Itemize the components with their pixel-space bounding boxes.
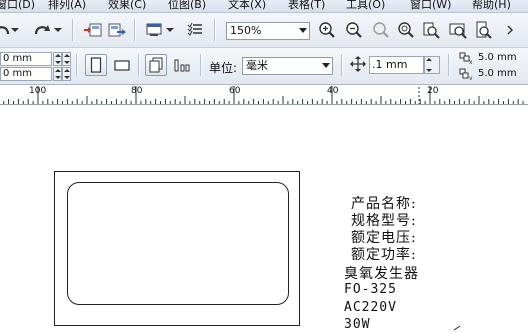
page-height-spinner-alt[interactable]	[62, 67, 71, 81]
toolbar-separator	[138, 54, 140, 76]
page-width-value: 0 mm	[3, 53, 33, 64]
duplicate-distance-y-value[interactable]: 5.0 mm	[478, 68, 517, 79]
current-page-button[interactable]	[171, 54, 193, 76]
toolbar-separator	[200, 54, 202, 76]
toolbar-separator	[76, 54, 78, 76]
menu-tools[interactable]: 工具(O)	[346, 0, 385, 12]
ruler-label: 80	[131, 86, 143, 96]
toolbar-separator	[448, 54, 450, 76]
rated-power-label[interactable]: 额定功率:	[351, 244, 417, 264]
rated-voltage-value[interactable]: AC220V	[344, 300, 397, 315]
options-list-icon[interactable]	[184, 19, 206, 41]
units-select[interactable]: 毫米	[242, 57, 333, 75]
units-value: 毫米	[246, 59, 268, 72]
zoom-level-select[interactable]: 150%	[226, 22, 310, 40]
page-width-spinner-alt[interactable]	[62, 52, 71, 66]
zoom-out-icon[interactable]	[343, 19, 365, 41]
zoom-to-page-width-icon[interactable]	[447, 19, 469, 41]
menu-help[interactable]: 帮助(H)	[472, 0, 511, 12]
landscape-orientation-button[interactable]	[111, 54, 133, 76]
import-icon[interactable]	[82, 19, 104, 41]
ruler-label: 20	[427, 86, 439, 96]
nudge-icon	[349, 55, 367, 73]
svg-text:x: x	[469, 59, 473, 64]
page-width-field[interactable]: 0 mm	[0, 52, 52, 66]
menu-effects[interactable]: 效果(C)	[108, 0, 146, 12]
zoom-to-page-icon[interactable]	[420, 19, 442, 41]
redo-dropdown-icon[interactable]	[52, 19, 64, 41]
page-height-spinner[interactable]	[53, 67, 62, 81]
toolbar-overflow-icon[interactable]	[500, 19, 522, 41]
drawing-canvas[interactable]: 产品名称: 规格型号: 额定电压: 额定功率: 臭氧发生器 FO-325 AC2…	[0, 105, 528, 332]
model-number-value[interactable]: FO-325	[344, 282, 397, 297]
menu-bitmaps[interactable]: 位图(B)	[168, 0, 206, 12]
current-page-icon	[174, 59, 190, 72]
page-width-spinner[interactable]	[53, 52, 62, 66]
page-height-value: 0 mm	[3, 68, 33, 79]
zoom-to-selected-icon[interactable]	[370, 19, 392, 41]
toolbar-separator	[214, 19, 216, 41]
all-pages-icon	[149, 57, 163, 73]
ruler-label: 100	[29, 86, 47, 96]
product-name-value[interactable]: 臭氧发生器	[344, 263, 419, 283]
zoom-to-all-objects-icon[interactable]	[395, 19, 417, 41]
application-launcher-icon[interactable]	[143, 19, 165, 41]
portrait-page-icon	[90, 57, 102, 73]
nudge-distance-value: .1 mm	[372, 58, 408, 71]
duplicate-distance-x-icon: x	[458, 51, 474, 65]
zoom-level-value: 150%	[230, 24, 262, 37]
ruler-label: 40	[327, 86, 339, 96]
menu-text[interactable]: 文本(X)	[228, 0, 266, 12]
duplicate-distance-x-value[interactable]: 5.0 mm	[478, 52, 517, 63]
nudge-distance-spinner[interactable]	[424, 56, 440, 74]
svg-text:y: y	[469, 75, 473, 80]
portrait-orientation-button[interactable]	[85, 54, 107, 76]
ruler-label: 60	[229, 86, 241, 96]
toolbar-separator	[72, 19, 74, 41]
menu-window-left[interactable]: 窗口(D)	[0, 0, 35, 12]
chevron-down-icon	[299, 28, 307, 33]
menu-arrange[interactable]: 排列(A)	[48, 0, 86, 12]
undo-dropdown-icon[interactable]	[10, 19, 20, 41]
page-height-field[interactable]: 0 mm	[0, 67, 52, 81]
zoom-in-icon[interactable]	[316, 19, 338, 41]
menu-table[interactable]: 表格(T)	[288, 0, 325, 12]
export-icon[interactable]	[106, 19, 128, 41]
property-bar: 0 mm 0 mm 单位: 毫米 .1 mm x 5.0 mm y 5.0 mm	[0, 48, 528, 85]
landscape-page-icon	[114, 60, 130, 71]
launcher-dropdown-icon[interactable]	[164, 19, 176, 41]
standard-toolbar: 150%	[0, 13, 528, 48]
label-rounded-rectangle[interactable]	[67, 182, 289, 305]
menu-bar: 窗口(D) 排列(A) 效果(C) 位图(B) 文本(X) 表格(T) 工具(O…	[0, 0, 528, 13]
redo-icon[interactable]	[30, 19, 52, 41]
cursor-mark-icon	[453, 325, 461, 331]
all-pages-button[interactable]	[145, 54, 167, 76]
nudge-distance-field[interactable]: .1 mm	[369, 56, 424, 74]
chevron-down-icon	[322, 63, 330, 68]
toolbar-separator	[134, 19, 136, 41]
toolbar-separator	[341, 54, 343, 76]
ruler-ticks	[3, 86, 524, 104]
units-label: 单位:	[209, 61, 238, 75]
menu-window[interactable]: 窗口(W)	[410, 0, 451, 12]
duplicate-distance-y-icon: y	[458, 67, 474, 81]
horizontal-ruler[interactable]: 100 80 60 40 20	[0, 85, 528, 105]
zoom-to-page-height-icon[interactable]	[472, 19, 494, 41]
